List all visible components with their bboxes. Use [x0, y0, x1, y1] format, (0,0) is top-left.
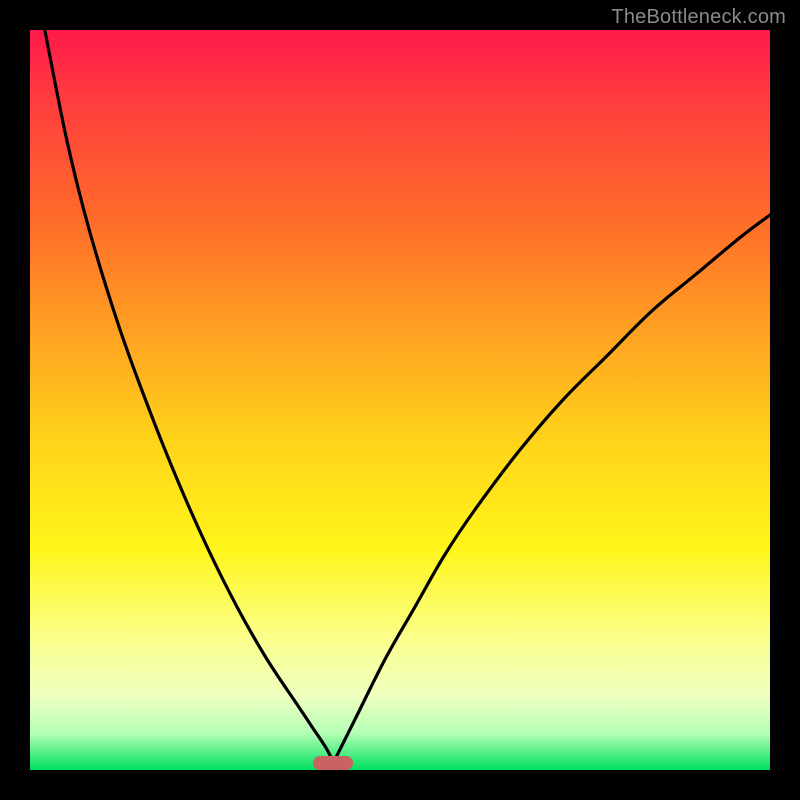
watermark-text: TheBottleneck.com — [611, 6, 786, 29]
plot-area — [30, 30, 770, 770]
curves-svg — [30, 30, 770, 770]
bottleneck-marker — [313, 756, 353, 770]
right-curve — [333, 215, 770, 763]
left-curve — [45, 30, 334, 763]
chart-frame: TheBottleneck.com — [0, 0, 800, 800]
